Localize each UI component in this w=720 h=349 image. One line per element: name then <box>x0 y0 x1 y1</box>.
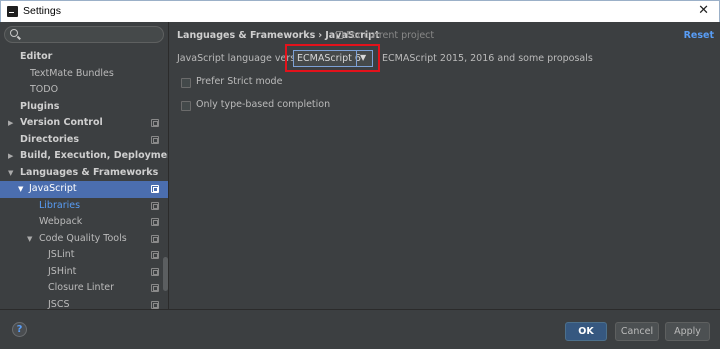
tree-item-label: JavaScript <box>29 183 77 194</box>
tree-item-label: Editor <box>20 51 53 62</box>
tree-item-webpack[interactable]: Webpack <box>0 214 168 231</box>
settings-content: Languages & Frameworks › JavaScript For cu… <box>170 22 720 309</box>
tree-item-javascript[interactable]: ▼ JavaScript <box>0 181 168 198</box>
language-version-description: ECMAScript 2015, 2016 and some proposals <box>382 53 593 64</box>
tree-item-label: JSCS <box>48 298 70 310</box>
tree-item-label: JSLint <box>48 249 75 260</box>
tree-item-closure-linter[interactable]: Closure Linter <box>0 280 168 297</box>
project-scope-icon <box>151 234 159 243</box>
tree-item-label: JSHint <box>48 265 77 277</box>
project-scope-icon <box>151 201 159 210</box>
reset-link[interactable]: Reset <box>684 30 714 41</box>
tree-item-jshint[interactable]: JSHint <box>0 264 168 281</box>
language-version-value: ECMAScript 6 <box>297 53 361 64</box>
checkbox-box[interactable] <box>181 78 191 88</box>
tree-item-label: Build, Execution, Deployment <box>20 150 169 161</box>
chevron-down-icon[interactable]: ▼ <box>27 231 32 248</box>
settings-tree: Editor TextMate Bundles TODO Plugins ▶ V… <box>0 49 169 310</box>
tree-item-label: Code Quality Tools <box>39 232 127 244</box>
sidebar-scrollbar[interactable] <box>163 257 168 291</box>
tree-item-version-control[interactable]: ▶ Version Control <box>0 115 168 132</box>
tree-item-textmate-bundles[interactable]: TextMate Bundles <box>0 66 168 83</box>
tree-item-libraries[interactable]: Libraries <box>0 198 168 215</box>
chevron-down-icon[interactable]: ▼ <box>8 165 13 182</box>
language-version-select[interactable]: ECMAScript 6 ▼ <box>293 50 373 67</box>
tree-item-editor[interactable]: Editor <box>0 49 168 66</box>
help-icon[interactable]: ? <box>12 322 27 337</box>
dialog-footer: ? OK Cancel Apply <box>0 309 720 349</box>
ok-button[interactable]: OK <box>565 322 607 341</box>
tree-item-label: TODO <box>30 84 59 95</box>
title-bar: Settings ✕ <box>0 0 720 22</box>
close-icon[interactable]: ✕ <box>698 3 709 18</box>
chevron-down-icon[interactable]: ▼ <box>360 53 366 62</box>
search-input[interactable] <box>4 26 164 43</box>
chevron-right-icon[interactable]: ▶ <box>8 148 13 165</box>
tree-item-label: Directories <box>20 133 80 145</box>
checkbox-label: Prefer Strict mode <box>196 76 283 87</box>
project-scope-icon <box>151 284 159 292</box>
tree-item-languages-frameworks[interactable]: ▼ Languages & Frameworks <box>0 165 168 182</box>
tree-item-jslint[interactable]: JSLint <box>0 247 168 264</box>
project-scope-icon <box>151 218 159 226</box>
project-scope-icon <box>151 135 159 144</box>
tree-item-code-quality-tools[interactable]: ▼ Code Quality Tools <box>0 231 168 248</box>
tree-item-build-execution-deployment[interactable]: ▶ Build, Execution, Deployment <box>0 148 169 165</box>
project-scope-icon <box>151 119 159 127</box>
app-icon <box>7 6 18 17</box>
tree-item-label: Languages & Frameworks <box>20 166 159 178</box>
apply-button[interactable]: Apply <box>665 322 710 341</box>
copy-icon <box>336 31 343 39</box>
tree-item-directories[interactable]: Directories <box>0 132 168 149</box>
breadcrumb-parent[interactable]: Languages & Frameworks <box>177 30 315 41</box>
select-divider <box>356 51 357 66</box>
scope-text: For current project <box>346 30 435 41</box>
tree-item-todo[interactable]: TODO <box>0 82 168 99</box>
project-scope-icon <box>151 267 159 276</box>
checkbox-label: Only type-based completion <box>196 99 331 110</box>
chevron-right-icon[interactable]: ▶ <box>8 115 13 132</box>
tree-item-label: TextMate Bundles <box>30 67 114 79</box>
checkbox-box[interactable] <box>181 101 191 111</box>
tree-item-label: Plugins <box>20 100 60 112</box>
tree-item-label: Libraries <box>39 199 81 211</box>
breadcrumb-separator: › <box>318 30 323 41</box>
settings-sidebar: Editor TextMate Bundles TODO Plugins ▶ V… <box>0 22 169 309</box>
tree-item-label: Closure Linter <box>48 282 115 293</box>
tree-item-label: Version Control <box>20 117 103 128</box>
chevron-down-icon[interactable]: ▼ <box>18 181 23 198</box>
cancel-button[interactable]: Cancel <box>615 322 659 341</box>
tree-item-jscs[interactable]: JSCS <box>0 297 168 310</box>
project-scope-icon <box>151 185 159 193</box>
project-scope-icon <box>151 300 159 309</box>
scope-note: For current project <box>336 30 434 41</box>
window-title: Settings <box>23 5 61 17</box>
tree-item-plugins[interactable]: Plugins <box>0 99 168 116</box>
search-icon <box>10 29 18 37</box>
tree-item-label: Webpack <box>39 216 83 227</box>
project-scope-icon <box>151 251 159 259</box>
